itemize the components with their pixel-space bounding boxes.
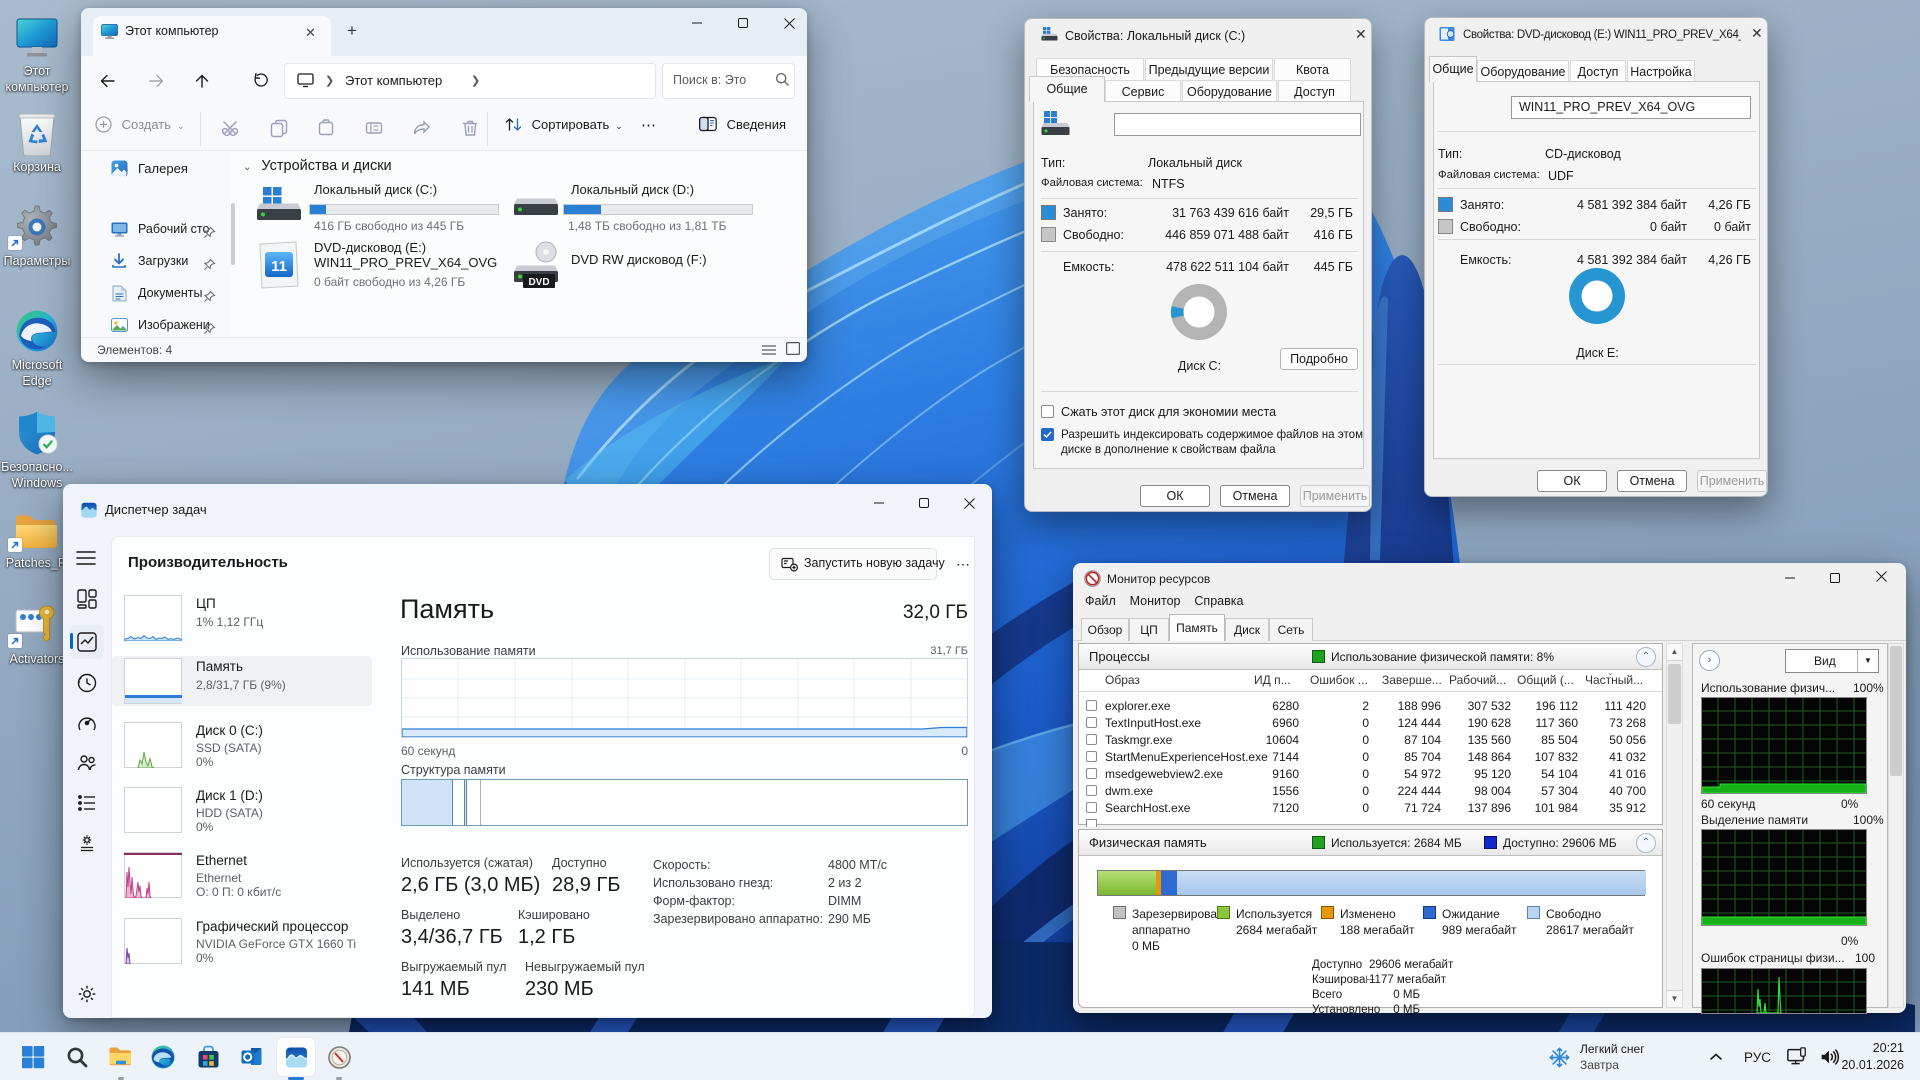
svg-text:DVD: DVD	[528, 277, 549, 288]
svg-text:11: 11	[271, 258, 287, 275]
